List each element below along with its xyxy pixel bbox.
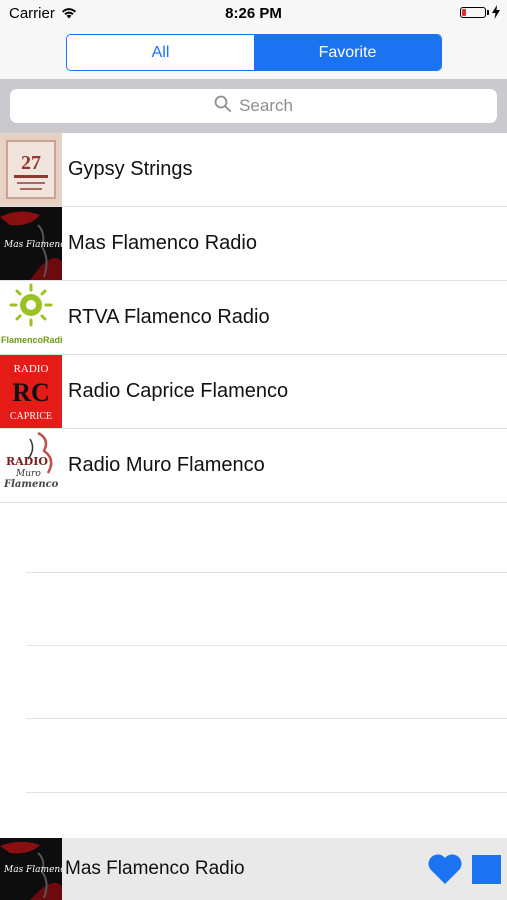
search-bar: Search xyxy=(0,79,507,133)
station-row[interactable]: RADIO RC CAPRICE Radio Caprice Flamenco xyxy=(0,355,507,429)
search-input[interactable]: Search xyxy=(10,89,497,123)
row-separator xyxy=(26,572,507,573)
station-name: RTVA Flamenco Radio xyxy=(68,306,270,328)
station-logo: RADIO Muro Flamenco xyxy=(0,429,62,502)
charging-bolt-icon xyxy=(492,5,500,24)
battery-icon xyxy=(460,7,486,18)
station-name: Radio Caprice Flamenco xyxy=(68,380,289,402)
heart-icon[interactable] xyxy=(427,853,463,890)
logo-text-top: RADIO xyxy=(6,455,48,468)
segment-favorite[interactable]: Favorite xyxy=(254,35,441,70)
all-favorite-segmented-control[interactable]: All Favorite xyxy=(66,34,442,71)
now-playing-logo: Mas Flamenco Radio xyxy=(0,838,62,900)
station-row[interactable]: Mas Flamenco Radio Mas Flamenco Radio xyxy=(0,207,507,281)
search-placeholder: Search xyxy=(239,96,293,115)
segment-all[interactable]: All xyxy=(67,35,254,70)
logo-text: Mas Flamenco Radio xyxy=(3,865,62,875)
logo-text: Mas Flamenco Radio xyxy=(3,240,62,250)
station-row[interactable]: FlamencoRadio RTVA Flamenco Radio xyxy=(0,281,507,355)
logo-text-mid: Muro xyxy=(15,469,41,479)
battery-tip xyxy=(487,10,489,15)
station-row[interactable]: RADIO Muro Flamenco Radio Muro Flamenco xyxy=(0,429,507,503)
status-bar: Carrier 8:26 PM xyxy=(0,0,507,28)
logo-text: FlamencoRadio xyxy=(1,335,62,345)
station-list: 27 Gypsy Strings Mas Flamenco Radio Mas … xyxy=(0,133,507,503)
station-name: Gypsy Strings xyxy=(68,158,193,180)
search-icon xyxy=(214,95,239,117)
station-name: Mas Flamenco Radio xyxy=(68,232,257,254)
row-separator xyxy=(26,792,507,793)
clock: 8:26 PM xyxy=(225,5,282,22)
station-logo: RADIO RC CAPRICE xyxy=(0,355,62,428)
logo-text-bottom: Flamenco xyxy=(3,479,59,490)
station-logo: 27 xyxy=(0,133,62,206)
logo-number: 27 xyxy=(21,152,41,174)
station-logo: Mas Flamenco Radio xyxy=(0,207,62,280)
stop-icon[interactable] xyxy=(472,855,501,884)
station-name: Radio Muro Flamenco xyxy=(68,454,265,476)
logo-text-bottom: CAPRICE xyxy=(10,411,52,422)
station-logo: FlamencoRadio xyxy=(0,281,62,354)
navigation-header: Carrier 8:26 PM All Favorite xyxy=(0,0,507,79)
logo-text-top: RADIO xyxy=(14,363,49,375)
now-playing-title: Mas Flamenco Radio xyxy=(65,858,245,879)
station-row[interactable]: 27 Gypsy Strings xyxy=(0,133,507,207)
row-separator xyxy=(26,718,507,719)
row-separator xyxy=(26,645,507,646)
logo-text-main: RC xyxy=(12,378,50,407)
